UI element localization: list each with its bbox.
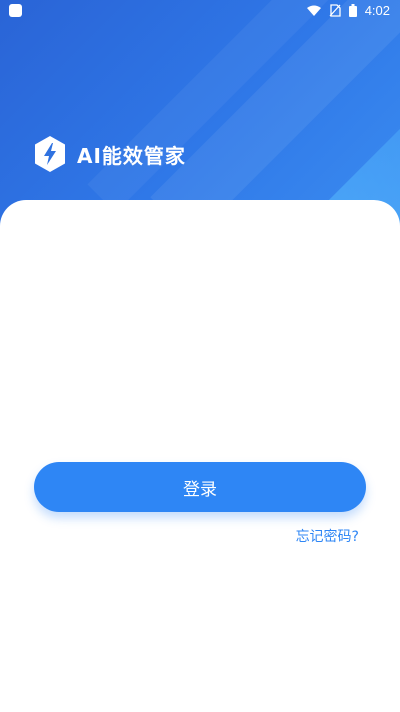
brand: AI能效管家 bbox=[33, 135, 186, 173]
brand-name: AI能效管家 bbox=[77, 143, 186, 168]
lightning-hexagon-icon bbox=[35, 136, 65, 172]
status-bar: 4:02 bbox=[0, 0, 400, 22]
login-button[interactable]: 登录 bbox=[34, 462, 366, 512]
status-time: 4:02 bbox=[364, 3, 390, 18]
header-banner bbox=[0, 0, 400, 230]
app-square-icon bbox=[9, 4, 22, 17]
forgot-password-link[interactable]: 忘记密码? bbox=[296, 526, 359, 546]
wifi-icon bbox=[306, 5, 321, 16]
login-card bbox=[0, 200, 400, 712]
battery-icon bbox=[348, 4, 357, 17]
no-sim-icon bbox=[329, 4, 341, 17]
